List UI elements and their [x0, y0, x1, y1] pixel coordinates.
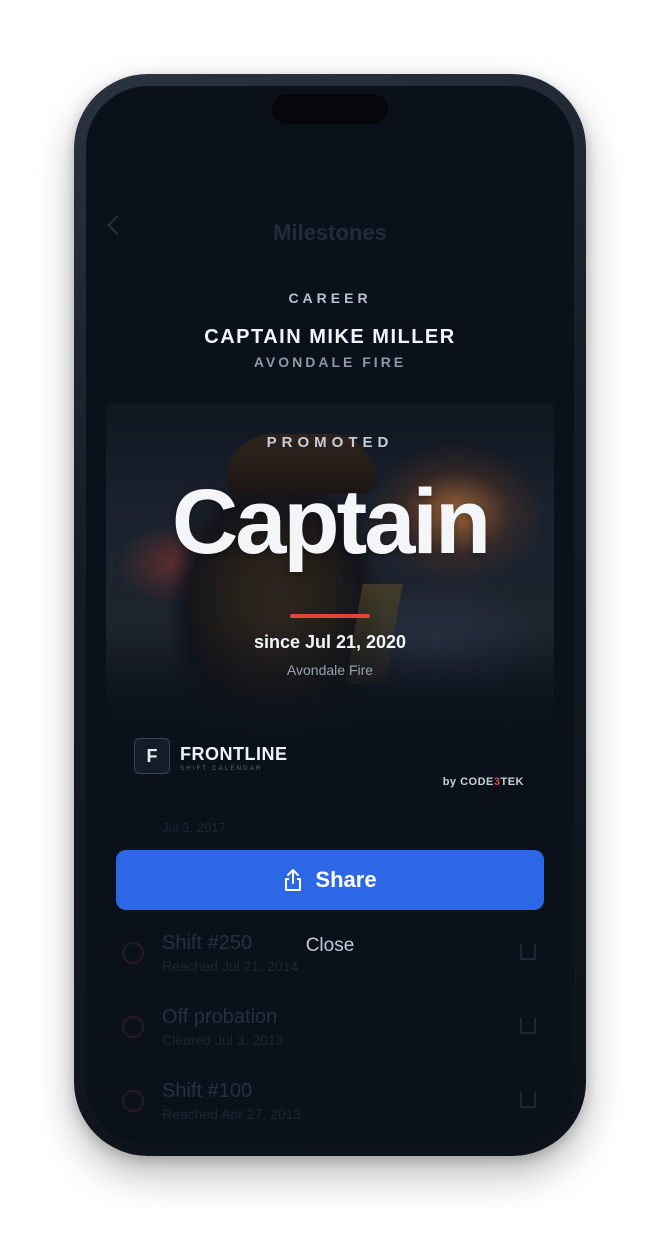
- phone-frame: Milestones Jul 3, 2017 Shift #250 Reache…: [74, 74, 586, 1156]
- share-icon[interactable]: [520, 1018, 536, 1034]
- byline: by CODE3TEK: [443, 776, 524, 788]
- since-organization: Avondale Fire: [286, 662, 374, 678]
- close-button[interactable]: Close: [86, 934, 574, 958]
- event-label: PROMOTED: [266, 434, 394, 451]
- frontline-logo-icon: F: [134, 738, 170, 774]
- milestone-card: CAREER CAPTAIN MIKE MILLER AVONDALE FIRE…: [86, 86, 574, 816]
- brand-tagline: SHIFT CALENDAR: [180, 766, 263, 772]
- since-date: since Jul 21, 2020: [253, 632, 407, 652]
- list-item-date: Jul 3, 2017: [162, 820, 226, 835]
- list-item-title: Off probation: [162, 1006, 278, 1028]
- byline-accent: 3: [493, 776, 501, 788]
- byline-prefix: by CODE: [442, 776, 494, 788]
- share-button-label: Share: [315, 867, 377, 892]
- byline-suffix: TEK: [500, 776, 524, 788]
- card-category: CAREER: [288, 290, 372, 306]
- phone-screen: Milestones Jul 3, 2017 Shift #250 Reache…: [86, 86, 574, 1144]
- rank-title: Captain: [171, 471, 491, 573]
- list-item-subtitle: Reached Jul 21, 2014: [162, 958, 299, 974]
- share-icon[interactable]: [520, 1092, 536, 1108]
- list-item-subtitle: Cleared Jul 3, 2013: [162, 1032, 284, 1048]
- brand-name: FRONTLINE: [180, 744, 288, 764]
- share-icon: [283, 868, 303, 892]
- list-item[interactable]: Off probation Cleared Jul 3, 2013: [86, 1006, 574, 1066]
- card-department: AVONDALE FIRE: [253, 354, 407, 370]
- list-item[interactable]: Shift #100 Reached Apr 27, 2013: [86, 1080, 574, 1140]
- dynamic-island: [272, 94, 388, 124]
- accent-divider: [290, 614, 370, 618]
- list-item-subtitle: Reached Apr 27, 2013: [162, 1106, 302, 1122]
- shield-icon: [122, 1090, 144, 1112]
- list-item-title: Shift #100: [162, 1080, 253, 1102]
- check-circle-icon: [122, 1016, 144, 1038]
- share-button[interactable]: Share: [116, 850, 544, 910]
- card-person-name: CAPTAIN MIKE MILLER: [204, 326, 456, 348]
